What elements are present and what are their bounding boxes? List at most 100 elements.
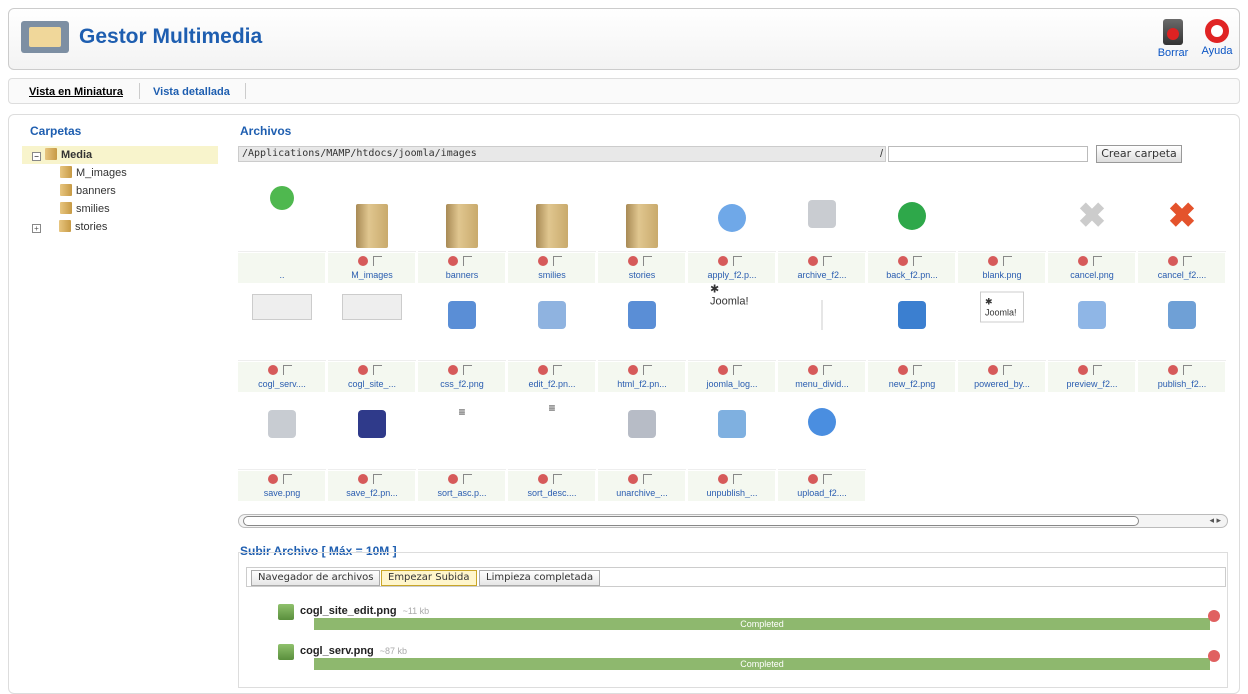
clear-completed-button[interactable]: Limpieza completada bbox=[479, 570, 601, 586]
select-checkbox[interactable] bbox=[913, 256, 922, 266]
file-name[interactable]: cogl_serv.... bbox=[238, 379, 326, 389]
file-name[interactable]: unarchive_... bbox=[598, 488, 686, 498]
delete-icon[interactable] bbox=[1078, 365, 1088, 375]
file-item[interactable]: .. bbox=[238, 176, 326, 284]
file-thumbnail[interactable] bbox=[778, 176, 866, 252]
select-checkbox[interactable] bbox=[823, 474, 832, 484]
file-name[interactable]: save_f2.pn... bbox=[328, 488, 416, 498]
file-thumbnail[interactable] bbox=[778, 285, 866, 361]
file-name[interactable]: apply_f2.p... bbox=[688, 270, 776, 280]
file-thumbnail[interactable] bbox=[328, 176, 416, 252]
delete-icon[interactable] bbox=[988, 256, 998, 266]
select-checkbox[interactable] bbox=[1093, 365, 1102, 375]
select-checkbox[interactable] bbox=[463, 474, 472, 484]
file-thumbnail[interactable] bbox=[958, 176, 1046, 252]
file-thumbnail[interactable] bbox=[508, 176, 596, 252]
file-item[interactable]: banners bbox=[418, 176, 506, 284]
file-thumbnail[interactable] bbox=[1138, 285, 1226, 361]
delete-icon[interactable] bbox=[1078, 256, 1088, 266]
create-folder-button[interactable]: Crear carpeta bbox=[1096, 145, 1182, 163]
file-item[interactable]: menu_divid... bbox=[778, 285, 866, 393]
delete-icon[interactable] bbox=[808, 256, 818, 266]
delete-icon[interactable] bbox=[628, 365, 638, 375]
file-item[interactable]: back_f2.pn... bbox=[868, 176, 956, 284]
select-checkbox[interactable] bbox=[553, 474, 562, 484]
file-item[interactable]: ≡ sort_desc.... bbox=[508, 394, 596, 502]
select-checkbox[interactable] bbox=[373, 474, 382, 484]
delete-icon[interactable] bbox=[718, 365, 728, 375]
file-name[interactable]: blank.png bbox=[958, 270, 1046, 280]
delete-button[interactable]: Borrar bbox=[1153, 19, 1193, 59]
file-item[interactable]: apply_f2.p... bbox=[688, 176, 776, 284]
file-item[interactable]: ✱ Joomla! powered_by... bbox=[958, 285, 1046, 393]
file-thumbnail[interactable] bbox=[418, 285, 506, 361]
file-thumbnail[interactable] bbox=[328, 394, 416, 470]
file-name[interactable]: stories bbox=[598, 270, 686, 280]
select-checkbox[interactable] bbox=[823, 365, 832, 375]
file-thumbnail[interactable]: ✱ Joomla! bbox=[958, 285, 1046, 361]
delete-icon[interactable] bbox=[448, 365, 458, 375]
file-thumbnail[interactable]: ✖ bbox=[1138, 176, 1226, 252]
file-name[interactable]: save.png bbox=[238, 488, 326, 498]
file-thumbnail[interactable] bbox=[778, 394, 866, 470]
select-checkbox[interactable] bbox=[643, 474, 652, 484]
file-thumbnail[interactable]: ≡ bbox=[508, 394, 596, 470]
file-name[interactable]: smilies bbox=[508, 270, 596, 280]
delete-icon[interactable] bbox=[358, 365, 368, 375]
file-thumbnail[interactable] bbox=[598, 285, 686, 361]
delete-icon[interactable] bbox=[988, 365, 998, 375]
expand-icon[interactable]: + bbox=[32, 224, 41, 233]
file-thumbnail[interactable] bbox=[598, 394, 686, 470]
delete-icon[interactable] bbox=[538, 256, 548, 266]
file-thumbnail[interactable] bbox=[508, 285, 596, 361]
file-thumbnail[interactable] bbox=[598, 176, 686, 252]
select-checkbox[interactable] bbox=[733, 365, 742, 375]
select-checkbox[interactable] bbox=[373, 256, 382, 266]
select-checkbox[interactable] bbox=[733, 474, 742, 484]
file-item[interactable]: ≡ sort_asc.p... bbox=[418, 394, 506, 502]
file-name[interactable]: sort_desc.... bbox=[508, 488, 596, 498]
tab-thumbnail-view[interactable]: Vista en Miniatura bbox=[29, 86, 123, 98]
file-thumbnail[interactable] bbox=[328, 285, 416, 361]
file-name[interactable]: menu_divid... bbox=[778, 379, 866, 389]
select-checkbox[interactable] bbox=[373, 365, 382, 375]
file-item[interactable]: cogl_site_... bbox=[328, 285, 416, 393]
file-thumbnail[interactable] bbox=[688, 394, 776, 470]
file-name[interactable]: sort_asc.p... bbox=[418, 488, 506, 498]
file-name[interactable]: .. bbox=[238, 270, 326, 280]
delete-icon[interactable] bbox=[718, 256, 728, 266]
delete-icon[interactable] bbox=[628, 474, 638, 484]
select-checkbox[interactable] bbox=[1093, 256, 1102, 266]
file-name[interactable]: banners bbox=[418, 270, 506, 280]
file-thumbnail[interactable] bbox=[688, 176, 776, 252]
remove-icon[interactable] bbox=[1208, 650, 1220, 662]
file-name[interactable]: css_f2.png bbox=[418, 379, 506, 389]
file-item[interactable]: ✖ cancel.png bbox=[1048, 176, 1136, 284]
delete-icon[interactable] bbox=[448, 474, 458, 484]
file-item[interactable]: ✱ Joomla! joomla_log... bbox=[688, 284, 776, 393]
file-thumbnail[interactable] bbox=[418, 176, 506, 252]
select-checkbox[interactable] bbox=[283, 474, 292, 484]
select-checkbox[interactable] bbox=[1183, 365, 1192, 375]
file-thumbnail[interactable] bbox=[238, 394, 326, 470]
file-name[interactable]: upload_f2.... bbox=[778, 488, 866, 498]
file-name[interactable]: joomla_log... bbox=[688, 379, 776, 389]
select-checkbox[interactable] bbox=[463, 256, 472, 266]
file-item[interactable]: M_images bbox=[328, 176, 416, 284]
select-checkbox[interactable] bbox=[643, 256, 652, 266]
file-name[interactable]: cancel_f2.... bbox=[1138, 270, 1226, 280]
select-checkbox[interactable] bbox=[1183, 256, 1192, 266]
file-thumbnail[interactable]: ≡ bbox=[418, 394, 506, 470]
delete-icon[interactable] bbox=[268, 474, 278, 484]
file-item[interactable]: html_f2.pn... bbox=[598, 285, 686, 393]
tree-node-m-images[interactable]: M_images bbox=[22, 164, 218, 182]
file-thumbnail[interactable] bbox=[238, 285, 326, 361]
file-thumbnail[interactable] bbox=[868, 176, 956, 252]
delete-icon[interactable] bbox=[808, 365, 818, 375]
file-item[interactable]: edit_f2.pn... bbox=[508, 285, 596, 393]
file-name[interactable]: archive_f2... bbox=[778, 270, 866, 280]
select-checkbox[interactable] bbox=[733, 256, 742, 266]
file-name[interactable]: unpublish_... bbox=[688, 488, 776, 498]
delete-icon[interactable] bbox=[538, 365, 548, 375]
file-thumbnail[interactable] bbox=[868, 285, 956, 361]
